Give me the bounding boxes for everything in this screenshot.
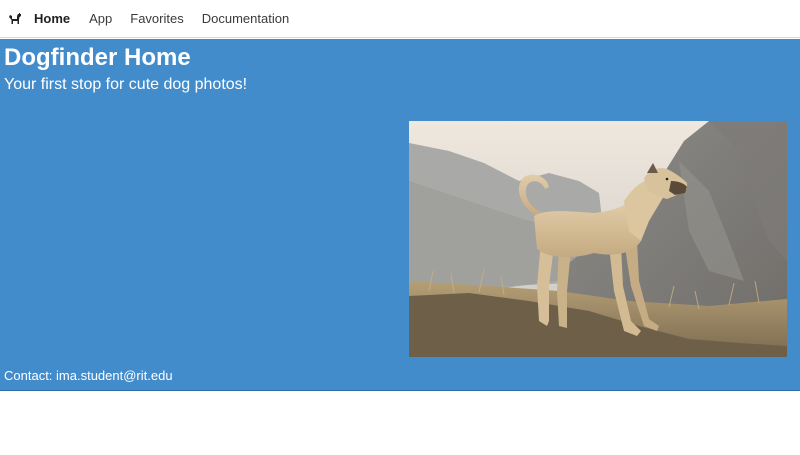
dog-icon[interactable]: [7, 11, 23, 27]
dog-photo: [409, 121, 787, 357]
hero-section: Dogfinder Home Your first stop for cute …: [0, 39, 800, 391]
page-subtitle: Your first stop for cute dog photos!: [4, 76, 248, 93]
contact-text: Contact: ima.student@rit.edu: [4, 368, 173, 383]
nav-home[interactable]: Home: [34, 0, 70, 38]
nav-documentation[interactable]: Documentation: [202, 0, 289, 38]
nav-app[interactable]: App: [89, 0, 112, 38]
nav-favorites[interactable]: Favorites: [130, 0, 183, 38]
page-title: Dogfinder Home: [4, 44, 191, 71]
top-navbar: Home App Favorites Documentation: [0, 0, 800, 38]
